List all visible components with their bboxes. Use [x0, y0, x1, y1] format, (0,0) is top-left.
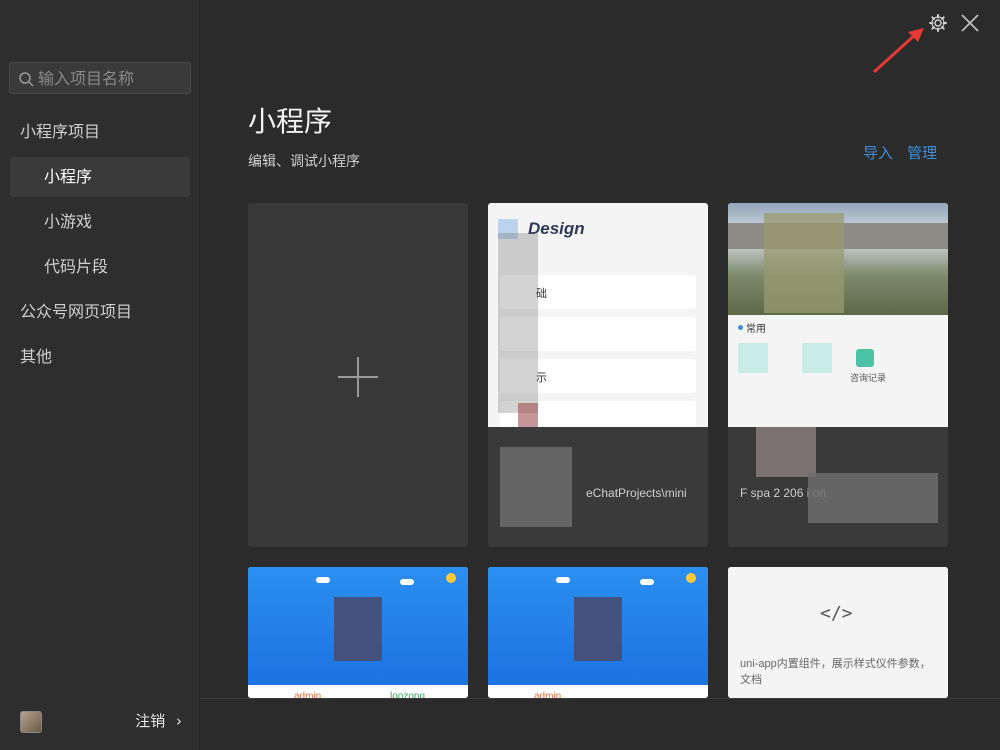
avatar[interactable]	[20, 711, 42, 733]
sidebar-item-label: 小游戏	[44, 212, 93, 231]
thumb-action-icon	[856, 349, 874, 367]
thumb-label: admin	[294, 691, 322, 698]
pixelated-region	[498, 233, 538, 413]
sidebar-item-miniprogram-projects[interactable]: 小程序项目	[10, 112, 190, 152]
thumb-tile	[802, 343, 832, 373]
thumb-footer	[248, 685, 468, 698]
thumb-tag: 常用	[746, 324, 766, 335]
thumb-footer	[488, 685, 708, 698]
import-link[interactable]: 导入	[863, 142, 893, 163]
pixelated-region	[500, 447, 572, 527]
gear-icon[interactable]	[928, 13, 948, 33]
red-arrow-annotation	[872, 28, 924, 74]
sidebar-item-label: 公众号网页项目	[20, 302, 133, 321]
new-project-card[interactable]	[248, 203, 468, 547]
project-thumbnail: Design 础 示	[488, 203, 708, 427]
sidebar-footer: 注销 ›	[0, 698, 200, 750]
code-icon: </>	[820, 603, 853, 624]
sidebar-item-label: 小程序项目	[20, 122, 101, 141]
thumb-tag-dot	[738, 325, 743, 330]
thumb-label: admin	[534, 691, 562, 698]
plus-icon	[338, 357, 378, 397]
pixelated-region	[518, 403, 538, 427]
project-info: F spa 2 206 i on	[728, 427, 948, 547]
project-info: eChatProjects\mini	[488, 427, 708, 547]
sun-icon	[686, 573, 696, 583]
project-card[interactable]: Design 础 示 eChatProjects\mini	[488, 203, 708, 547]
bottom-bar	[200, 698, 1000, 750]
sidebar-item-label: 其他	[20, 347, 53, 366]
thumb-label: loozong	[390, 691, 426, 698]
pixelated-region	[334, 597, 382, 661]
thumb-tile	[738, 343, 768, 373]
sun-icon	[446, 573, 456, 583]
cloud-icon	[640, 579, 654, 585]
project-card[interactable]: </> uni-app内置组件，展示样式仪件参数，文档	[728, 567, 948, 698]
search-box[interactable]	[9, 62, 191, 94]
thumb-description: uni-app内置组件，展示样式仪件参数，文档	[740, 658, 931, 686]
close-icon[interactable]	[958, 11, 982, 35]
cloud-icon	[556, 577, 570, 583]
sidebar-item-label: 代码片段	[44, 257, 109, 276]
project-card[interactable]: 常用 咨询记录 F spa 2 206 i on	[728, 203, 948, 547]
project-card[interactable]: admin loozong	[248, 567, 468, 698]
page-title: 小程序	[248, 105, 333, 138]
sidebar-item-miniprogram[interactable]: 小程序	[10, 157, 190, 197]
pixelated-region	[764, 213, 844, 313]
logout-label: 注销	[135, 712, 166, 730]
page-subtitle: 编辑、调试小程序	[248, 154, 360, 170]
project-thumbnail: 常用 咨询记录	[728, 203, 948, 427]
pixelated-region	[808, 473, 938, 523]
logout-button[interactable]: 注销 ›	[135, 710, 182, 731]
thumb-action-label: 咨询记录	[850, 373, 887, 383]
project-card[interactable]: admin	[488, 567, 708, 698]
search-input[interactable]	[38, 63, 188, 93]
cloud-icon	[400, 579, 414, 585]
pixelated-region	[756, 427, 816, 477]
cloud-icon	[316, 577, 330, 583]
search-icon	[19, 72, 34, 87]
sidebar-item-minigame[interactable]: 小游戏	[10, 202, 190, 242]
pixelated-region	[574, 597, 622, 661]
sidebar-item-other[interactable]: 其他	[10, 337, 190, 377]
manage-link[interactable]: 管理	[907, 142, 937, 163]
chevron-right-icon: ›	[176, 712, 182, 730]
sidebar: 小程序项目 小程序 小游戏 代码片段 公众号网页项目 其他 注销 ›	[0, 0, 200, 750]
sidebar-item-code-snippets[interactable]: 代码片段	[10, 247, 190, 287]
sidebar-item-official-account-web[interactable]: 公众号网页项目	[10, 292, 190, 332]
sidebar-item-label: 小程序	[44, 167, 93, 186]
